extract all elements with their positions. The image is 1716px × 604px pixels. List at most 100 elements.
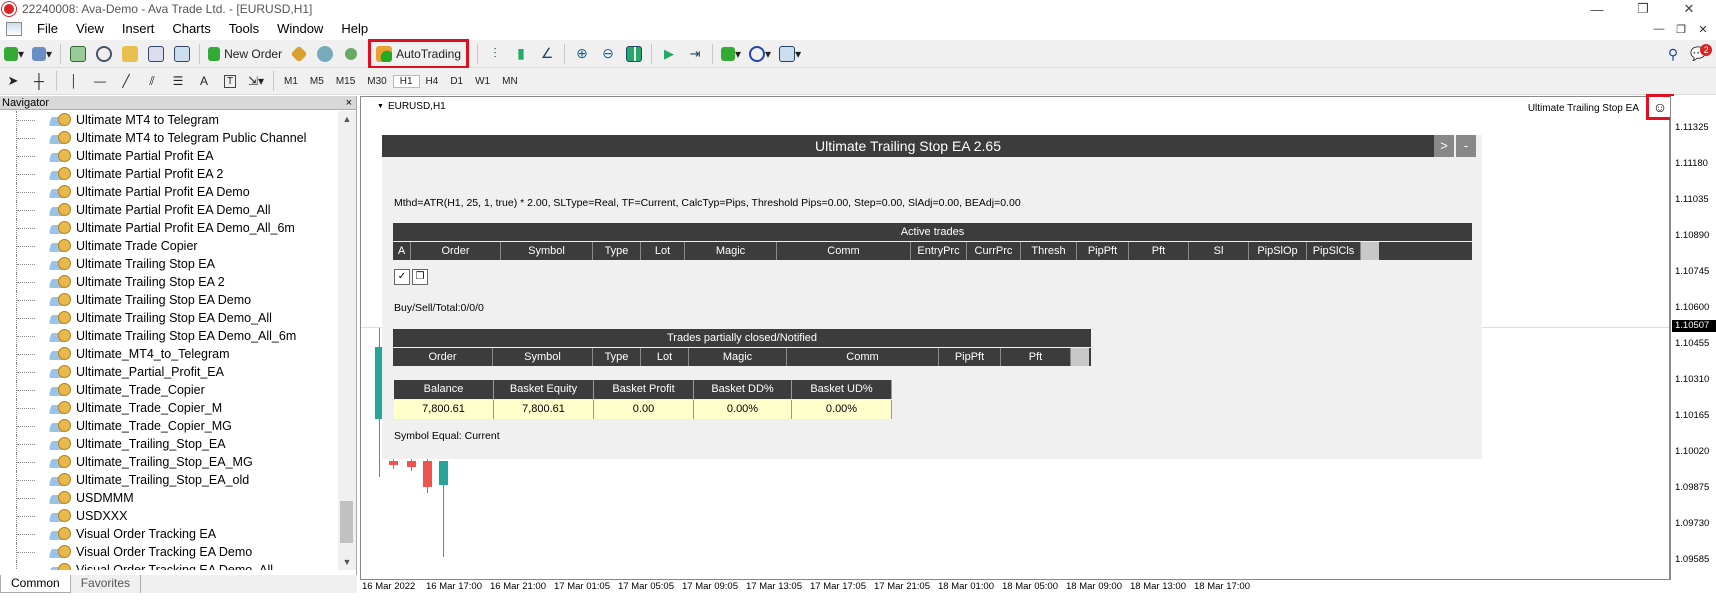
active-col-header[interactable]: Magic: [685, 242, 777, 260]
equidistant-channel-tool[interactable]: ⫽: [141, 70, 163, 92]
menu-view[interactable]: View: [67, 19, 113, 39]
navigator-ea-item[interactable]: Ultimate Partial Profit EA 2: [0, 165, 338, 183]
metaeditor-button[interactable]: [288, 43, 310, 65]
mdi-minimize-button[interactable]: —: [1648, 19, 1670, 39]
timeframe-w1[interactable]: W1: [469, 76, 496, 87]
navigator-ea-item[interactable]: Ultimate_Trailing_Stop_EA_MG: [0, 453, 338, 471]
tab-favorites[interactable]: Favorites: [71, 575, 142, 593]
autotrading-button[interactable]: AutoTrading: [368, 38, 470, 69]
timeframe-d1[interactable]: D1: [444, 76, 469, 87]
checkbox-icon[interactable]: ✓: [394, 269, 410, 285]
active-col-header[interactable]: PipSlCls: [1307, 242, 1361, 260]
partial-col-header[interactable]: Magic: [689, 348, 787, 366]
trendline-tool[interactable]: ╱: [115, 70, 137, 92]
navigator-ea-item[interactable]: Ultimate Partial Profit EA Demo: [0, 183, 338, 201]
navigator-ea-item[interactable]: Visual Order Tracking EA: [0, 525, 338, 543]
partial-col-header[interactable]: Symbol: [493, 348, 593, 366]
timeframe-m5[interactable]: M5: [304, 76, 330, 87]
navigator-button[interactable]: [119, 43, 141, 65]
vps-button[interactable]: [340, 43, 362, 65]
crosshair-tool[interactable]: ┼: [28, 70, 50, 92]
text-label-tool[interactable]: T: [219, 70, 241, 92]
navigator-ea-item[interactable]: Ultimate_Trailing_Stop_EA_old: [0, 471, 338, 489]
zoom-in-button[interactable]: ⊕: [571, 43, 593, 65]
navigator-ea-item[interactable]: USDXXX: [0, 507, 338, 525]
navigator-ea-item[interactable]: Ultimate Trailing Stop EA Demo: [0, 291, 338, 309]
navigator-ea-item[interactable]: Visual Order Tracking EA Demo_All: [0, 561, 338, 570]
navigator-scrollbar[interactable]: ▲ ▼: [338, 111, 356, 570]
timeframe-h1[interactable]: H1: [392, 74, 420, 88]
ea-minimize-button[interactable]: -: [1456, 135, 1476, 157]
menu-charts[interactable]: Charts: [163, 19, 219, 39]
chart-shift-button[interactable]: ⇥: [684, 43, 706, 65]
templates-button[interactable]: ▾: [777, 43, 803, 65]
new-order-button[interactable]: New Order: [206, 43, 284, 65]
partial-col-header[interactable]: PipPft: [939, 348, 1001, 366]
active-col-header[interactable]: PipSlOp: [1249, 242, 1307, 260]
navigator-ea-item[interactable]: Ultimate Partial Profit EA: [0, 147, 338, 165]
navigator-ea-item[interactable]: Ultimate Trade Copier: [0, 237, 338, 255]
partial-col-header[interactable]: Type: [593, 348, 641, 366]
partial-col-header[interactable]: Comm: [787, 348, 939, 366]
auto-scroll-button[interactable]: ▶: [658, 43, 680, 65]
active-col-header[interactable]: PipPft: [1077, 242, 1129, 260]
active-col-header[interactable]: Type: [593, 242, 641, 260]
line-chart-button[interactable]: ∠: [536, 43, 558, 65]
navigator-ea-item[interactable]: Ultimate MT4 to Telegram: [0, 111, 338, 129]
new-chart-button[interactable]: ▾: [2, 43, 26, 65]
menu-insert[interactable]: Insert: [113, 19, 164, 39]
smiley-icon[interactable]: ☺: [1646, 94, 1674, 120]
partial-col-header[interactable]: Order: [393, 348, 493, 366]
timeframe-h4[interactable]: H4: [420, 76, 445, 87]
fibonacci-tool[interactable]: ☰: [167, 70, 189, 92]
active-col-header[interactable]: Sl: [1189, 242, 1249, 260]
active-col-header[interactable]: Symbol: [501, 242, 593, 260]
navigator-ea-item[interactable]: USDMMM: [0, 489, 338, 507]
navigator-ea-item[interactable]: Ultimate_Trade_Copier: [0, 381, 338, 399]
scroll-up-arrow[interactable]: ▲: [338, 111, 356, 127]
active-col-header[interactable]: CurrPrc: [967, 242, 1021, 260]
chart-doc-icon[interactable]: [6, 22, 22, 36]
market-watch-button[interactable]: [67, 43, 89, 65]
active-col-header[interactable]: EntryPrc: [911, 242, 967, 260]
tile-windows-button[interactable]: [623, 43, 645, 65]
active-col-header[interactable]: Order: [411, 242, 501, 260]
menu-file[interactable]: File: [28, 19, 67, 39]
mdi-close-button[interactable]: ✕: [1692, 19, 1714, 39]
timeframe-mn[interactable]: MN: [496, 76, 524, 87]
navigator-ea-item[interactable]: Ultimate Partial Profit EA Demo_All_6m: [0, 219, 338, 237]
navigator-ea-item[interactable]: Ultimate_Partial_Profit_EA: [0, 363, 338, 381]
zoom-out-button[interactable]: ⊖: [597, 43, 619, 65]
menu-window[interactable]: Window: [268, 19, 332, 39]
data-window-button[interactable]: [93, 43, 115, 65]
active-col-header[interactable]: A: [393, 242, 411, 260]
close-button[interactable]: ✕: [1666, 0, 1712, 18]
navigator-ea-item[interactable]: Ultimate_Trade_Copier_M: [0, 399, 338, 417]
navigator-ea-item[interactable]: Ultimate Partial Profit EA Demo_All: [0, 201, 338, 219]
partial-col-header[interactable]: Pft: [1001, 348, 1071, 366]
tab-common[interactable]: Common: [0, 575, 71, 593]
terminal-button[interactable]: [145, 43, 167, 65]
signals-button[interactable]: [314, 43, 336, 65]
navigator-ea-item[interactable]: Ultimate Trailing Stop EA Demo_All: [0, 309, 338, 327]
timeframe-m15[interactable]: M15: [330, 76, 361, 87]
navigator-ea-item[interactable]: Visual Order Tracking EA Demo: [0, 543, 338, 561]
scroll-thumb[interactable]: [340, 501, 353, 543]
navigator-ea-item[interactable]: Ultimate_Trade_Copier_MG: [0, 417, 338, 435]
mdi-restore-button[interactable]: ❐: [1670, 19, 1692, 39]
periods-button[interactable]: ▾: [747, 43, 773, 65]
navigator-ea-item[interactable]: Ultimate MT4 to Telegram Public Channel: [0, 129, 338, 147]
ea-expand-button[interactable]: >: [1434, 135, 1454, 157]
partial-col-header[interactable]: Lot: [641, 348, 689, 366]
search-button[interactable]: ⚲: [1662, 43, 1684, 65]
active-col-header[interactable]: Pft: [1129, 242, 1189, 260]
notifications-button[interactable]: 💬 2: [1688, 43, 1714, 65]
profiles-button[interactable]: ▾: [30, 43, 54, 65]
navigator-ea-item[interactable]: Ultimate Trailing Stop EA 2: [0, 273, 338, 291]
minimize-button[interactable]: —: [1574, 0, 1620, 18]
cursor-tool[interactable]: ➤: [2, 70, 24, 92]
restore-button[interactable]: ❐: [1620, 0, 1666, 18]
active-col-header[interactable]: Thresh: [1021, 242, 1077, 260]
arrows-tool[interactable]: ⇲▾: [245, 70, 267, 92]
navigator-ea-item[interactable]: Ultimate Trailing Stop EA Demo_All_6m: [0, 327, 338, 345]
